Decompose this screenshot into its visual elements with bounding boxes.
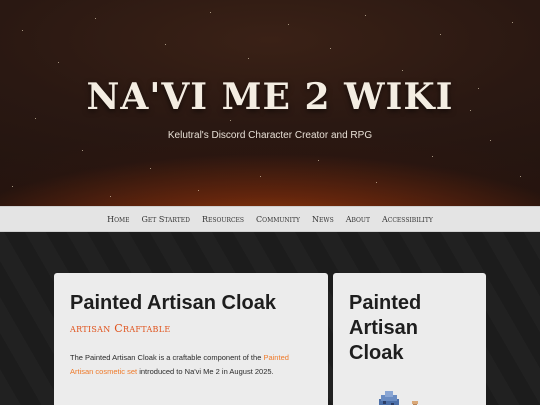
article-category: artisan Craftable: [70, 322, 171, 335]
cloak-sprite-icon: [379, 391, 418, 405]
nav-item-community[interactable]: Community: [256, 215, 300, 224]
main-nav: Home Get Started Resources Community New…: [0, 206, 540, 232]
article-card: Painted Artisan Cloak artisan Craftable …: [54, 273, 328, 405]
nav-item-resources[interactable]: Resources: [202, 215, 244, 224]
article-intro: The Painted Artisan Cloak is a craftable…: [70, 351, 312, 379]
nav-item-accessibility[interactable]: Accessibility: [382, 215, 433, 224]
site-tagline: Kelutral's Discord Character Creator and…: [167, 130, 373, 141]
infobox-card: Painted Artisan Cloak: [333, 273, 486, 405]
nav-item-home[interactable]: Home: [107, 215, 129, 224]
infobox-title: Painted Artisan Cloak: [349, 292, 422, 364]
nav-item-get-started[interactable]: Get Started: [142, 215, 190, 224]
intro-text-start: The Painted Artisan Cloak is a craftable…: [70, 353, 262, 362]
hero-banner: NA'VI ME 2 WIKI Kelutral's Discord Chara…: [0, 0, 540, 206]
nav-item-about[interactable]: About: [346, 215, 370, 224]
nav-item-news[interactable]: News: [312, 215, 334, 224]
article-title: Painted Artisan Cloak: [70, 292, 276, 314]
site-title: NA'VI ME 2 WIKI: [86, 76, 454, 118]
intro-text-end: introduced to Na'vi Me 2 in August 2025.: [139, 367, 274, 376]
